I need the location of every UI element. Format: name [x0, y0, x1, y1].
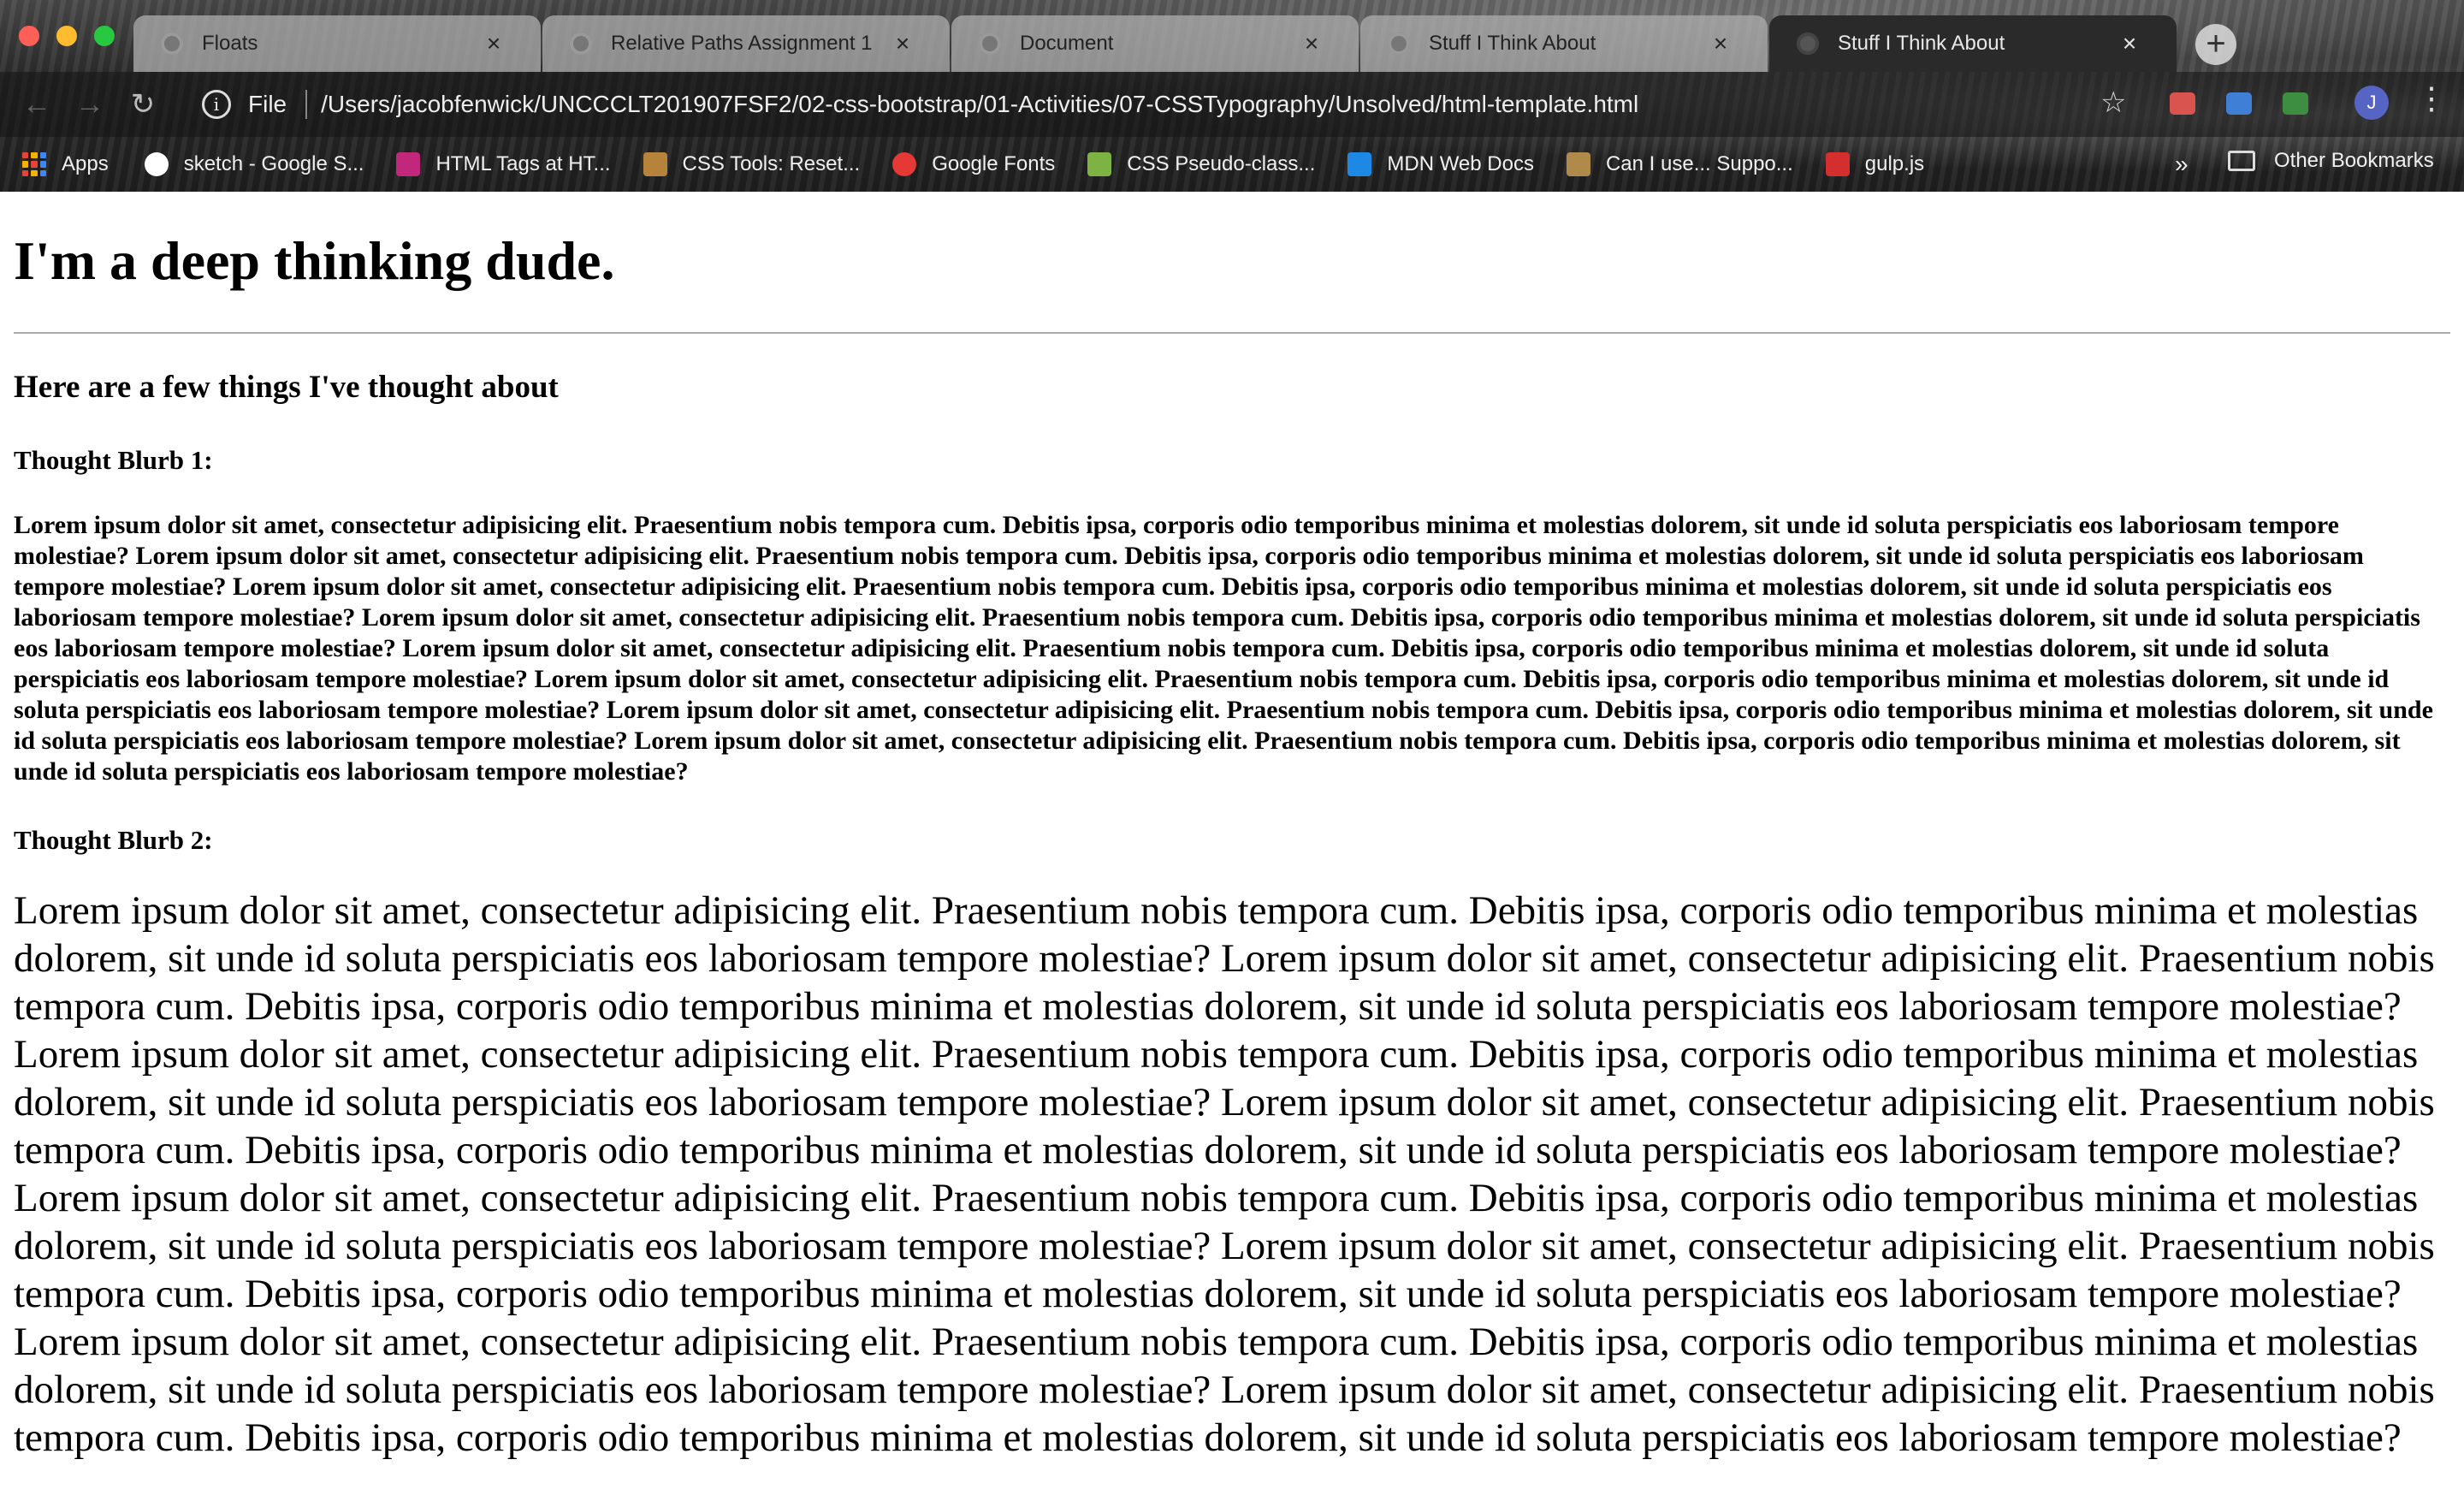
section-subheading: Here are a few things I've thought about — [14, 370, 559, 405]
bookmark-item[interactable]: MDN Web Docs — [1348, 152, 1534, 176]
close-window-icon[interactable] — [19, 26, 39, 46]
bookmark-item[interactable]: Google Fonts — [892, 152, 1055, 176]
new-tab-button[interactable]: + — [2195, 24, 2236, 65]
tab-title: Relative Paths Assignment 1 — [611, 32, 873, 55]
bookmark-item[interactable]: CSS Pseudo-class... — [1087, 152, 1315, 176]
globe-icon — [161, 33, 183, 55]
w3-icon — [1087, 152, 1112, 176]
other-bookmarks-button[interactable]: Other Bookmarks — [2228, 149, 2434, 173]
close-tab-icon[interactable]: × — [890, 30, 915, 57]
globe-icon — [1388, 33, 1410, 55]
bookmark-item[interactable]: sketch - Google S... — [144, 152, 364, 176]
google-icon — [144, 152, 169, 176]
folder-icon — [2228, 151, 2255, 171]
meyer-icon — [643, 152, 667, 176]
bookmark-apps[interactable]: Apps — [22, 152, 109, 176]
reload-icon[interactable]: ↻ — [116, 87, 169, 122]
bookmark-label: Can I use... Suppo... — [1605, 152, 1793, 175]
globe-icon — [570, 33, 592, 55]
zoom-window-icon[interactable] — [94, 26, 115, 46]
extension-icon[interactable] — [2283, 92, 2308, 115]
apps-grid-icon — [22, 152, 46, 176]
globe-icon — [979, 33, 1001, 55]
address-scheme-label: File — [248, 91, 287, 117]
bookmark-label: sketch - Google S... — [183, 152, 364, 175]
browser-chrome: Floats × Relative Paths Assignment 1 × D… — [0, 0, 2464, 192]
window-controls — [19, 26, 115, 46]
bookmark-label: gulp.js — [1864, 152, 1925, 175]
tab-relative-paths[interactable]: Relative Paths Assignment 1 × — [542, 15, 950, 72]
page-content: I'm a deep thinking dude. Here are a few… — [0, 192, 2464, 1501]
close-tab-icon[interactable]: × — [2117, 30, 2142, 57]
blurb-2-title: Thought Blurb 2: — [14, 825, 213, 855]
bookmark-item[interactable]: Can I use... Suppo... — [1566, 152, 1793, 176]
bookmarks-bar: Apps sketch - Google S... HTML Tags at H… — [0, 137, 2464, 192]
tab-floats[interactable]: Floats × — [133, 15, 541, 72]
divider — [14, 332, 2450, 334]
bookmark-item[interactable]: HTML Tags at HT... — [396, 152, 611, 176]
blurb-1-text: Lorem ipsum dolor sit amet, consectetur … — [14, 511, 2433, 786]
close-tab-icon[interactable]: × — [1708, 30, 1733, 57]
minimize-window-icon[interactable] — [56, 26, 77, 46]
page-title: I'm a deep thinking dude. — [14, 230, 615, 291]
tab-document[interactable]: Document × — [951, 15, 1359, 72]
close-tab-icon[interactable]: × — [1299, 30, 1324, 57]
bookmark-label: MDN Web Docs — [1387, 152, 1534, 175]
bookmark-label: Google Fonts — [932, 152, 1056, 175]
globe-icon — [1797, 33, 1819, 55]
bookmark-item[interactable]: gulp.js — [1825, 152, 1925, 176]
bookmark-label: HTML Tags at HT... — [435, 152, 611, 175]
bookmarks-overflow-button[interactable]: » — [2175, 151, 2189, 178]
bookmark-item[interactable]: CSS Tools: Reset... — [643, 152, 861, 176]
bookmark-star-icon[interactable]: ☆ — [2100, 86, 2126, 120]
tab-title: Floats — [202, 32, 258, 55]
extension-icon[interactable] — [2226, 92, 2252, 115]
tab-stuff-i-think-about[interactable]: Stuff I Think About × — [1360, 15, 1768, 72]
caniuse-icon — [1566, 152, 1590, 176]
google-fonts-icon — [892, 152, 917, 176]
tab-title: Document — [1020, 32, 1114, 55]
other-bookmarks-label: Other Bookmarks — [2274, 149, 2434, 172]
address-divider — [305, 90, 308, 119]
gulp-icon — [1825, 152, 1850, 176]
avatar[interactable]: J — [2354, 86, 2389, 120]
tab-title: Stuff I Think About — [1838, 32, 2005, 55]
blurb-2-text: Lorem ipsum dolor sit amet, consectetur … — [14, 888, 2435, 1460]
menu-kebab-icon[interactable]: ⋮ — [2416, 80, 2447, 116]
tab-strip: Floats × Relative Paths Assignment 1 × D… — [133, 15, 2178, 72]
address-url[interactable]: /Users/jacobfenwick/UNCCCLT201907FSF2/02… — [321, 91, 1638, 118]
tab-stuff-i-think-about-active[interactable]: Stuff I Think About × — [1769, 15, 2177, 72]
forward-arrow-icon[interactable]: → — [63, 88, 116, 122]
html-h-icon — [396, 152, 421, 176]
bookmark-label: CSS Tools: Reset... — [682, 152, 861, 175]
back-arrow-icon[interactable]: ← — [10, 88, 63, 122]
blurb-1-title: Thought Blurb 1: — [14, 445, 213, 475]
browser-toolbar: ← → ↻ i File /Users/jacobfenwick/UNCCCLT… — [0, 72, 2464, 137]
tab-title: Stuff I Think About — [1429, 32, 1596, 55]
close-tab-icon[interactable]: × — [481, 30, 506, 57]
bookmark-label: CSS Pseudo-class... — [1127, 152, 1316, 175]
extension-icon[interactable] — [2170, 92, 2195, 115]
mdn-icon — [1348, 152, 1372, 176]
address-bar[interactable]: i File /Users/jacobfenwick/UNCCCLT201907… — [187, 79, 2120, 130]
bookmark-label: Apps — [62, 152, 109, 175]
info-icon[interactable]: i — [202, 90, 231, 119]
